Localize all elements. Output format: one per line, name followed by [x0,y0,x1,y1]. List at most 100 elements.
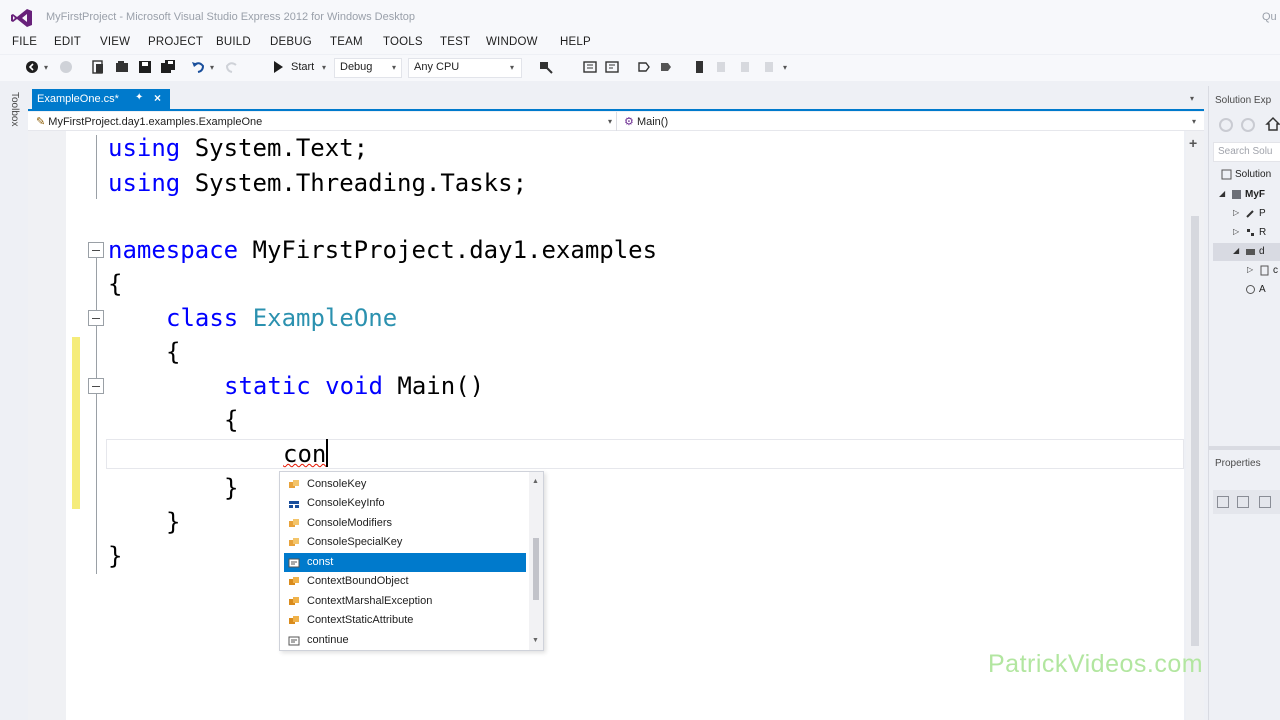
completion-item[interactable]: ConsoleKeyInfo [284,494,526,513]
clear-bookmarks-icon[interactable] [762,59,778,75]
pin-tab-icon[interactable]: ✦ [135,92,143,103]
completion-scrollbar-thumb[interactable] [533,538,539,600]
menu-debug[interactable]: DEBUG [270,36,312,48]
configuration-chevron-icon[interactable]: ▾ [392,63,396,72]
code-line-namespace-open: { [108,270,123,298]
completion-item[interactable]: ConsoleSpecialKey [284,533,526,552]
code-line-namespace: namespace MyFirstProject.day1.examples [108,236,658,264]
tab-list-dropdown-icon[interactable]: ▾ [1190,94,1194,103]
type-dropdown[interactable]: ✎ MyFirstProject.day1.examples.ExampleOn… [36,115,262,128]
collapse-chevron-icon[interactable]: ◢ [1233,246,1239,255]
editor-scrollbar-thumb[interactable] [1191,216,1199,646]
completion-item[interactable]: ContextMarshalException [284,592,526,611]
menu-bar: FILE EDIT VIEW PROJECT BUILD DEBUG TEAM … [0,34,1280,54]
expand-chevron-icon[interactable]: ▷ [1233,208,1239,217]
tree-item-solution[interactable]: Solution [1213,166,1280,184]
collapse-chevron-icon[interactable]: ◢ [1219,189,1225,198]
scroll-up-icon[interactable]: ▲ [532,478,539,485]
completion-item[interactable]: ContextStaticAttribute [284,611,526,630]
tree-item-folder[interactable]: ◢ d [1213,243,1280,261]
bookmark-icon[interactable] [692,59,708,75]
completion-item[interactable]: ConsoleKey [284,475,526,494]
collapse-namespace-icon[interactable] [88,242,104,258]
code-line-1: using System.Text; [108,134,369,162]
completion-item-selected[interactable]: const [284,553,526,572]
close-tab-icon[interactable]: × [154,91,161,105]
current-line-highlight [106,439,1184,469]
back-icon[interactable] [24,59,40,75]
tree-item-config[interactable]: A [1213,281,1280,299]
collapse-method-icon[interactable] [88,378,104,394]
tree-item-references[interactable]: ▷ R [1213,224,1280,242]
intellisense-completion-list[interactable]: ConsoleKey ConsoleKeyInfo ConsoleModifie… [279,471,544,651]
step-over-icon[interactable] [604,59,620,75]
home-icon[interactable] [1265,116,1280,132]
menu-test[interactable]: TEST [440,36,470,48]
toolbar-overflow-icon[interactable]: ▾ [783,63,787,72]
alphabetical-icon[interactable] [1237,496,1249,508]
tree-item-file[interactable]: ▷ c [1213,262,1280,280]
quick-launch-hint[interactable]: Qu [1262,11,1277,23]
forward-icon[interactable] [1241,118,1255,132]
solution-search-input[interactable]: Search Solu [1213,142,1280,162]
scroll-down-icon[interactable]: ▼ [532,637,539,644]
menu-team[interactable]: TEAM [330,36,363,48]
tree-item-project[interactable]: ◢ MyF [1213,186,1280,204]
undo-dropdown-icon[interactable]: ▾ [210,63,214,72]
tab-exampleone-cs[interactable]: ExampleOne.cs* ✦ × [32,89,170,109]
bookmark-folder-icon[interactable] [738,59,754,75]
split-window-icon[interactable]: + [1189,135,1197,151]
completion-item[interactable]: continue [284,631,526,650]
watermark-text: PatrickVideos.com [988,650,1204,678]
editor-vertical-scrollbar[interactable]: + [1186,131,1204,720]
bookmark-previous-icon[interactable] [714,59,730,75]
menu-help[interactable]: HELP [560,36,591,48]
new-project-icon[interactable] [90,59,106,75]
menu-tools[interactable]: TOOLS [383,36,423,48]
forward-icon[interactable] [58,59,74,75]
categorized-icon[interactable] [1217,496,1229,508]
tab-label: ExampleOne.cs* [37,93,119,105]
undo-icon[interactable] [190,59,206,75]
start-dropdown-icon[interactable]: ▾ [322,63,326,72]
save-icon[interactable] [137,59,153,75]
start-debugging-icon[interactable] [270,59,286,75]
bookmark-next-icon[interactable] [658,59,674,75]
save-all-icon[interactable] [160,59,176,75]
menu-window[interactable]: WINDOW [486,36,538,48]
code-editor[interactable]: using System.Text; using System.Threadin… [28,131,1184,720]
member-dropdown[interactable]: ⚙ Main() [624,115,668,128]
panel-splitter[interactable] [1208,446,1280,450]
property-pages-icon[interactable] [1259,496,1271,508]
toolbox-strip[interactable]: Toolbox [0,86,28,720]
code-line-class-open: { [166,338,181,366]
redo-icon[interactable] [224,59,240,75]
start-button[interactable]: Start [291,61,314,73]
platform-chevron-icon[interactable]: ▾ [510,63,514,72]
expand-chevron-icon[interactable]: ▷ [1233,227,1239,236]
visual-studio-window: MyFirstProject - Microsoft Visual Studio… [0,0,1280,720]
bookmark-toggle-icon[interactable] [636,59,652,75]
code-line-typing[interactable]: con [283,438,329,470]
collapse-class-icon[interactable] [88,310,104,326]
member-dropdown-chevron-icon[interactable]: ▾ [1192,117,1196,126]
platform-value: Any CPU [414,61,460,73]
code-line-class: class ExampleOne [166,304,398,332]
completion-item[interactable]: ContextBoundObject [284,572,526,591]
back-icon[interactable] [1219,118,1233,132]
menu-edit[interactable]: EDIT [54,36,81,48]
expand-chevron-icon[interactable]: ▷ [1247,265,1253,274]
tree-item-properties[interactable]: ▷ P [1213,205,1280,223]
back-dropdown-icon[interactable]: ▾ [44,63,48,72]
menu-view[interactable]: VIEW [100,36,130,48]
type-dropdown-chevron-icon[interactable]: ▾ [608,117,612,126]
find-in-files-icon[interactable] [538,59,554,75]
menu-project[interactable]: PROJECT [148,36,203,48]
menu-build[interactable]: BUILD [216,36,251,48]
toolbox-tab[interactable]: Toolbox [9,92,20,126]
menu-file[interactable]: FILE [12,36,37,48]
step-into-icon[interactable] [582,59,598,75]
completion-item[interactable]: ConsoleModifiers [284,514,526,533]
text-cursor [326,439,329,467]
open-file-icon[interactable] [114,59,130,75]
